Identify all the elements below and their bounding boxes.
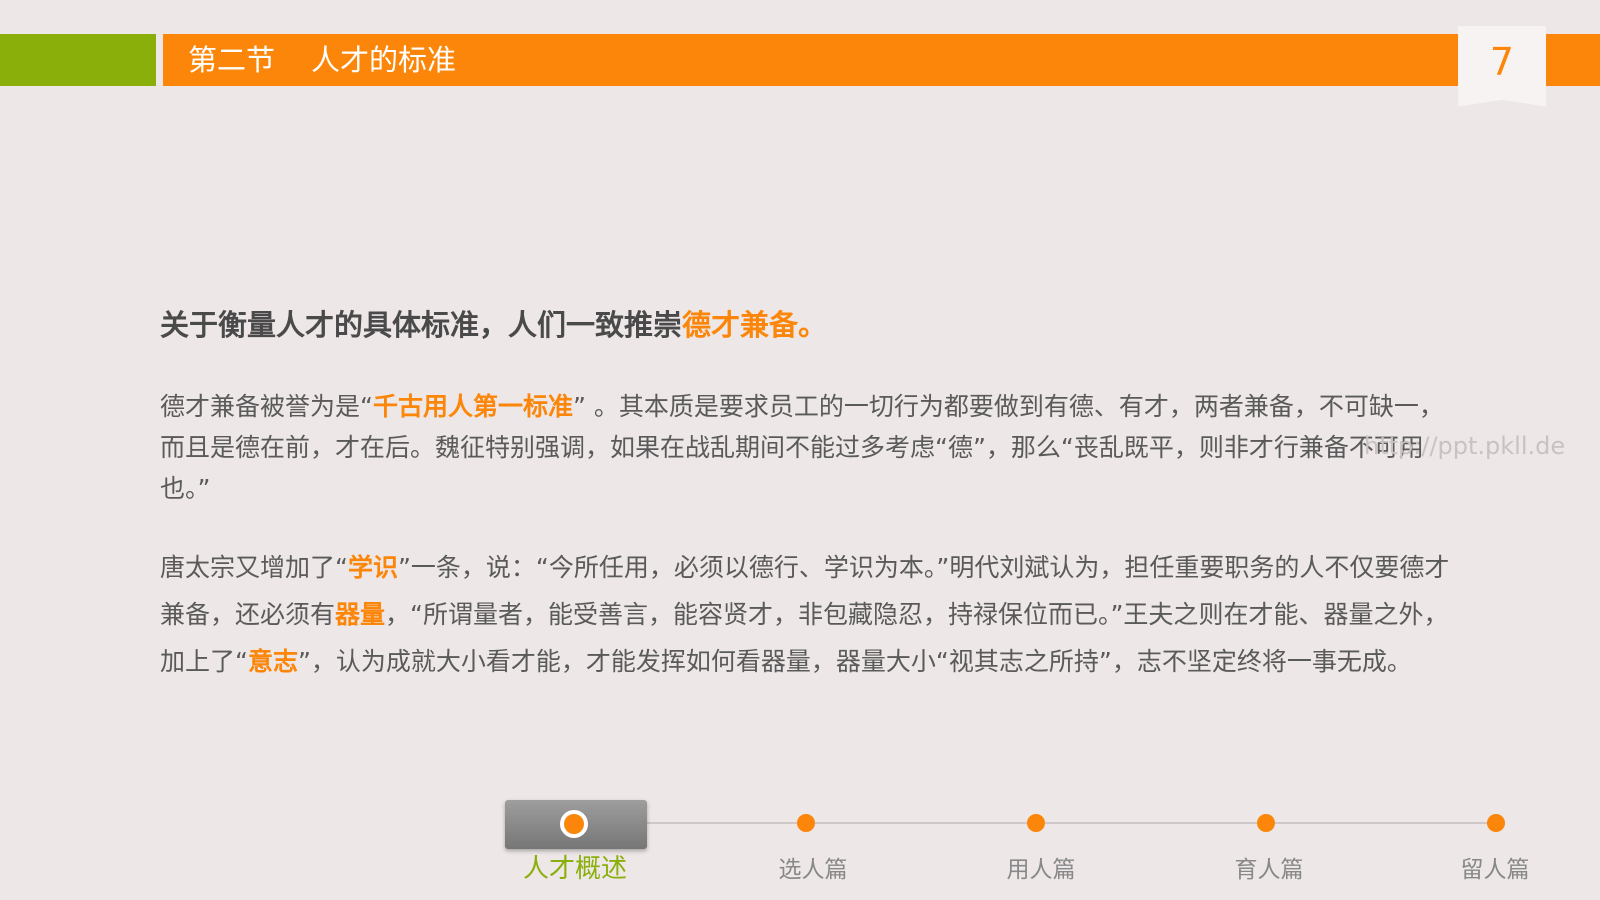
section-title: 第二节 人才的标准 (188, 34, 456, 86)
timeline-dot-3[interactable] (1027, 814, 1045, 832)
p2-highlight-2: 器量 (335, 600, 386, 629)
p2-text-d: ”，认为成就大小看才能，才能发挥如何看器量，器量大小“视其志之所持”，志不坚定终… (297, 647, 1412, 676)
watermark: http://ppt.pkll.de (1364, 432, 1566, 460)
paragraph-2: 唐太宗又增加了“学识”一条，说：“今所任用，必须以德行、学识为本。”明代刘斌认为… (160, 544, 1450, 685)
p2-text-a: 唐太宗又增加了“ (160, 553, 348, 582)
timeline-label-intro[interactable]: 人才概述 (500, 848, 650, 885)
section-number: 第二节 (188, 43, 276, 77)
paragraph-1: 德才兼备被誉为是“千古用人第一标准” 。其本质是要求员工的一切行为都要做到有德、… (160, 386, 1450, 509)
section-heading: 人才的标准 (311, 43, 457, 77)
lead-highlight: 德才兼备。 (682, 308, 828, 342)
timeline-label-select[interactable]: 选人篇 (738, 850, 888, 884)
p1-text-a: 德才兼备被誉为是“ (160, 392, 373, 421)
timeline-label-retain[interactable]: 留人篇 (1420, 850, 1570, 884)
page-number: 7 (1489, 40, 1515, 84)
timeline-label-train[interactable]: 育人篇 (1194, 850, 1344, 884)
timeline-label-use[interactable]: 用人篇 (966, 850, 1116, 884)
lead-text: 关于衡量人才的具体标准，人们一致推崇 (160, 308, 683, 342)
timeline-dot-5[interactable] (1487, 814, 1505, 832)
p1-highlight: 千古用人第一标准 (372, 392, 573, 421)
p2-highlight-1: 学识 (347, 553, 398, 582)
timeline-active-dot[interactable] (560, 810, 588, 838)
timeline-track (646, 822, 1496, 824)
lead-sentence: 关于衡量人才的具体标准，人们一致推崇德才兼备。 (160, 302, 827, 344)
header-green-bar (0, 34, 156, 86)
timeline-dot-4[interactable] (1257, 814, 1275, 832)
p2-highlight-3: 意志 (247, 647, 298, 676)
timeline-dot-2[interactable] (797, 814, 815, 832)
